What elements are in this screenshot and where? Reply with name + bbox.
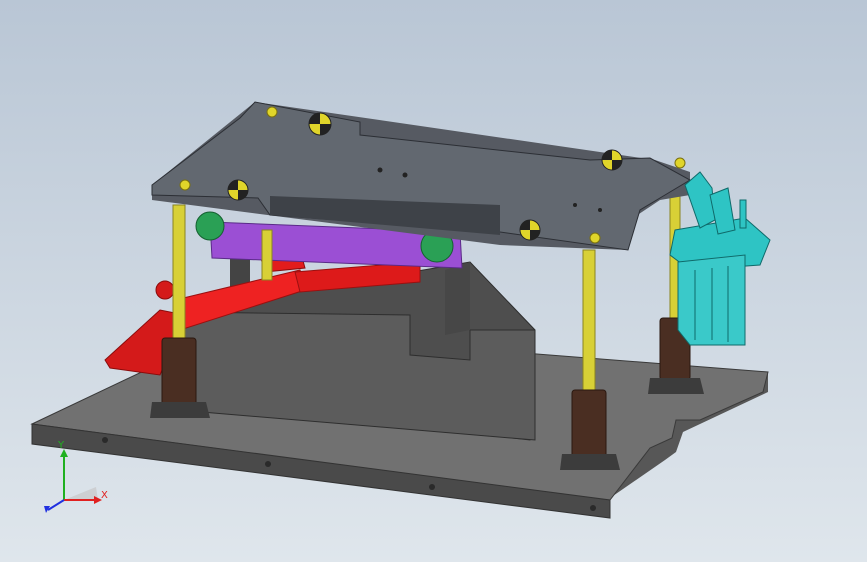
top-plate-hole bbox=[377, 167, 383, 173]
pillar-front-left bbox=[172, 204, 186, 346]
top-plate-hole bbox=[573, 203, 577, 207]
top-plate-hole bbox=[402, 172, 408, 178]
fixture-upright-right bbox=[445, 262, 470, 335]
bolt-head bbox=[674, 157, 686, 169]
triad-y-label: Y bbox=[58, 440, 65, 451]
triad-x-label: X bbox=[101, 490, 108, 501]
center-mark bbox=[227, 179, 249, 201]
triad-z-axis bbox=[47, 499, 65, 511]
bushing-front-right bbox=[571, 389, 607, 459]
top-plate-hole bbox=[598, 208, 602, 212]
clamp-spindle bbox=[739, 199, 747, 229]
base-hole bbox=[102, 437, 108, 443]
pillar-back-left bbox=[261, 229, 273, 281]
roller-left bbox=[195, 211, 225, 241]
toggle-clamp[interactable] bbox=[669, 171, 771, 346]
pillar-flange bbox=[560, 454, 620, 470]
cylinder-pivot bbox=[155, 280, 175, 300]
triad-plane bbox=[64, 487, 98, 500]
pillar-flange bbox=[648, 378, 704, 394]
bolt-head bbox=[589, 232, 601, 244]
bushing-front-left bbox=[161, 337, 197, 407]
bolt-head bbox=[266, 106, 278, 118]
center-mark bbox=[519, 219, 541, 241]
center-mark bbox=[601, 149, 623, 171]
base-hole bbox=[590, 505, 596, 511]
base-hole bbox=[429, 484, 435, 490]
base-hole bbox=[265, 461, 271, 467]
orientation-triad[interactable] bbox=[44, 449, 102, 513]
graphics-viewport[interactable]: X Y bbox=[0, 0, 867, 562]
pillar-front-right bbox=[582, 249, 596, 391]
center-mark bbox=[308, 112, 332, 136]
pillar-flange bbox=[150, 402, 210, 418]
cad-model-scene[interactable] bbox=[0, 0, 867, 562]
bolt-head bbox=[179, 179, 191, 191]
